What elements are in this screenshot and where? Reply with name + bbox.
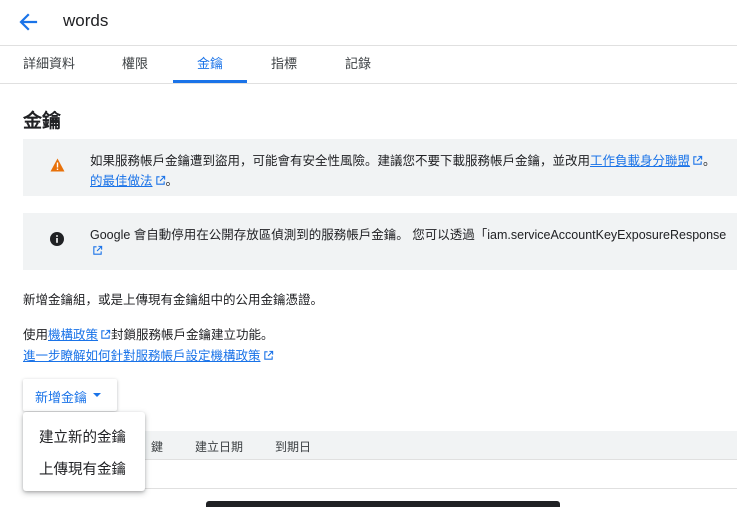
warning-banner: 如果服務帳戶金鑰遭到盜用，可能會有安全性風險。建議您不要下載服務帳戶金鑰，並改用… <box>23 139 737 196</box>
add-key-description: 新增金鑰組，或是上傳現有金鑰組中的公用金鑰憑證。 <box>23 293 324 307</box>
column-created: 建立日期 <box>195 440 244 454</box>
tab-bar: 詳細資料 權限 金鑰 指標 記錄 <box>0 45 737 84</box>
best-practices-link[interactable]: 的最佳做法 <box>90 174 153 188</box>
menu-item-create-new-key[interactable]: 建立新的金鑰 <box>39 426 126 447</box>
snackbar <box>206 501 560 507</box>
column-key: 鍵 <box>151 440 164 454</box>
info-icon <box>50 232 64 246</box>
active-tab-indicator <box>173 80 247 83</box>
tab-permissions[interactable]: 權限 <box>122 46 148 83</box>
org-policy-post: 封鎖服務帳戶金鑰建立功能。 <box>111 328 274 342</box>
warning-icon <box>50 158 65 172</box>
external-link-icon[interactable] <box>92 245 103 256</box>
tab-keys[interactable]: 金鑰 <box>197 46 223 83</box>
tab-logs[interactable]: 記錄 <box>345 46 371 83</box>
add-key-label: 新增金鑰 <box>35 390 88 405</box>
caret-down-icon <box>93 393 101 397</box>
external-link-icon <box>101 329 111 339</box>
org-policy-description: 使用機構政策 封鎖服務帳戶金鑰建立功能。 <box>23 324 274 343</box>
tab-metrics[interactable]: 指標 <box>271 46 297 83</box>
org-policy-link[interactable]: 機構政策 <box>48 328 98 342</box>
warning-text-line2: 的最佳做法。 <box>90 170 178 189</box>
add-key-button[interactable]: 新增金鑰 <box>23 379 117 411</box>
org-policy-pre: 使用 <box>23 328 49 342</box>
learn-more-row: 進一步瞭解如何針對服務帳戶設定機構政策 <box>23 345 274 364</box>
workload-identity-federation-link[interactable]: 工作負載身分聯盟 <box>590 154 690 168</box>
warning-text-line1: 如果服務帳戶金鑰遭到盜用，可能會有安全性風險。建議您不要下載服務帳戶金鑰，並改用… <box>90 150 716 169</box>
external-link-icon <box>693 155 703 165</box>
section-title: 金鑰 <box>23 111 62 132</box>
page-header: words <box>0 0 737 45</box>
info-text-line2 <box>90 244 103 258</box>
external-link-icon <box>263 350 273 360</box>
column-expires: 到期日 <box>275 440 312 454</box>
tab-details[interactable]: 詳細資料 <box>23 46 75 83</box>
menu-item-upload-existing-key[interactable]: 上傳現有金鑰 <box>39 458 126 479</box>
warning-text-tail2: 。 <box>165 174 179 188</box>
info-text: Google 會自動停用在公開存放區偵測到的服務帳戶金鑰。 您可以透過「iam.… <box>90 228 727 242</box>
page-title: words <box>63 11 109 30</box>
external-link-icon <box>155 175 165 185</box>
warning-text: 如果服務帳戶金鑰遭到盜用，可能會有安全性風險。建議您不要下載服務帳戶金鑰，並改用 <box>90 154 591 168</box>
info-banner: Google 會自動停用在公開存放區偵測到的服務帳戶金鑰。 您可以透過「iam.… <box>23 213 737 270</box>
back-arrow-icon[interactable] <box>14 8 42 36</box>
learn-more-org-policy-link[interactable]: 進一步瞭解如何針對服務帳戶設定機構政策 <box>23 349 261 363</box>
add-key-dropdown-menu: 建立新的金鑰 上傳現有金鑰 <box>23 412 145 491</box>
warning-text-tail: 。 <box>703 154 716 168</box>
